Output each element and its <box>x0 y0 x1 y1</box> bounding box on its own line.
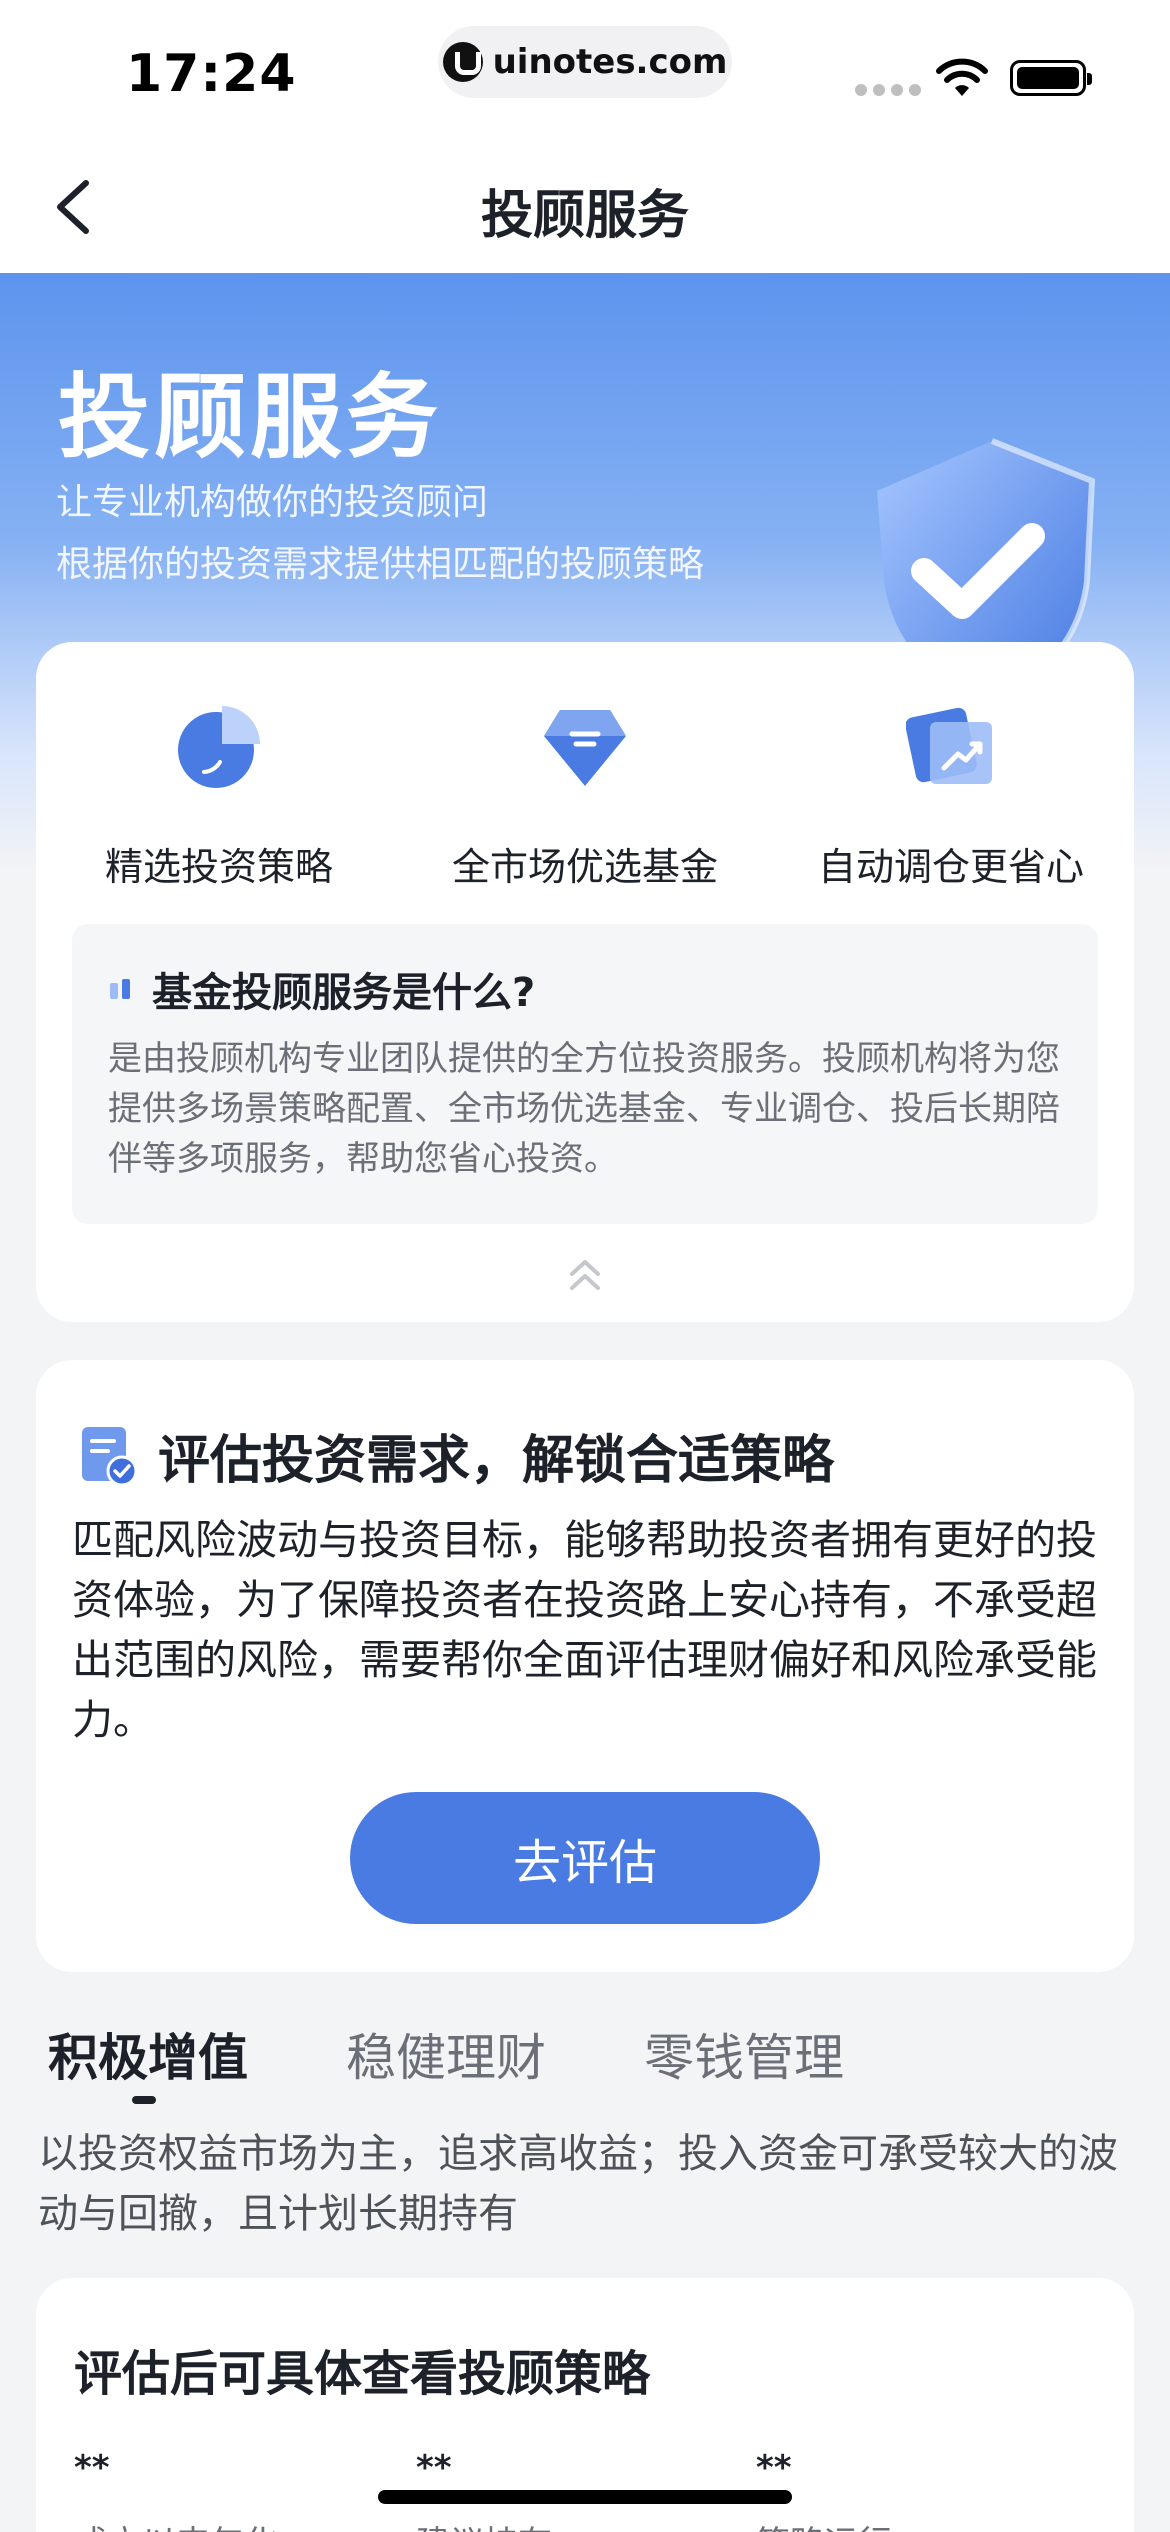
url-pill[interactable]: uinotes.com <box>438 26 732 98</box>
stat-label: 策略运行 <box>756 2516 892 2532</box>
tab-stable[interactable]: 稳健理财 <box>346 2018 546 2090</box>
feature-list: 精选投资策略 全市场优选基金 自动调仓更省心 <box>36 702 1134 891</box>
status-time: 17:24 <box>126 44 297 104</box>
info-heading: 基金投顾服务是什么? <box>152 970 536 1016</box>
page-title: 投顾服务 <box>480 186 689 246</box>
hero-subtitle-2: 根据你的投资需求提供相匹配的投顾策略 <box>56 544 705 585</box>
assess-button[interactable]: 去评估 <box>350 1792 820 1924</box>
stat-value: ** <box>756 2448 792 2488</box>
tab-description: 以投资权益市场为主，追求高收益；投入资金可承受较大的波动与回撤，且计划长期持有 <box>38 2131 1118 2237</box>
stat-value: ** <box>416 2448 452 2488</box>
feature-card: 精选投资策略 全市场优选基金 自动调仓更省心 基金投顾服务是什么? 是由投顾机构… <box>36 642 1134 1322</box>
battery-icon <box>1010 60 1092 96</box>
site-logo-icon <box>442 42 483 82</box>
nav-bar: 投顾服务 <box>0 135 1170 273</box>
strategy-tabs: 积极增值 稳健理财 零钱管理 <box>48 2018 844 2104</box>
hero-title: 投顾服务 <box>58 364 443 471</box>
assessment-header: 评估投资需求，解锁合适策略 <box>80 1418 834 1493</box>
feature-label: 精选投资策略 <box>104 845 333 889</box>
assessment-card: 评估投资需求，解锁合适策略 匹配风险波动与投资目标，能够帮助投资者拥有更好的投资… <box>36 1360 1134 1972</box>
info-box: 基金投顾服务是什么? 是由投顾机构专业团队提供的全方位投资服务。投顾机构将为您提… <box>72 924 1098 1224</box>
feature-item[interactable]: 自动调仓更省心 <box>768 702 1134 891</box>
feature-item[interactable]: 全市场优选基金 <box>402 702 768 891</box>
feature-item[interactable]: 精选投资策略 <box>36 702 402 891</box>
assessment-body: 匹配风险波动与投资目标，能够帮助投资者拥有更好的投资体验，为了保障投资者在投资路… <box>72 1516 1097 1744</box>
signal-icon <box>855 84 921 96</box>
stat-value: ** <box>74 2448 110 2488</box>
diamond-icon <box>544 710 626 786</box>
strategy-title: 评估后可具体查看投顾策略 <box>74 2346 651 2402</box>
stat-annualized: ** 成立以来年化 <box>74 2448 278 2532</box>
quote-icon <box>110 979 130 999</box>
status-bar: 17:24 uinotes.com <box>0 0 1170 135</box>
stat-label: 成立以来年化 <box>74 2516 278 2532</box>
info-title-row: 基金投顾服务是什么? <box>108 960 535 1018</box>
info-text: 是由投顾机构专业团队提供的全方位投资服务。投顾机构将为您提供多场景策略配置、全市… <box>108 1039 1060 1179</box>
feature-label: 自动调仓更省心 <box>817 845 1084 889</box>
stat-label: 建议持有 <box>416 2516 552 2532</box>
feature-label: 全市场优选基金 <box>451 845 718 889</box>
trend-card-icon <box>905 707 992 784</box>
tab-indicator <box>132 2096 156 2104</box>
wifi-icon <box>936 58 988 96</box>
assessment-title: 评估投资需求，解锁合适策略 <box>158 1431 835 1491</box>
home-indicator[interactable] <box>378 2490 792 2504</box>
collapse-chevron-icon[interactable] <box>562 1254 608 1294</box>
document-check-icon <box>82 1426 138 1486</box>
url-text: uinotes.com <box>492 42 728 82</box>
tab-cash[interactable]: 零钱管理 <box>644 2018 844 2090</box>
tab-aggressive[interactable]: 积极增值 <box>48 2018 248 2090</box>
pie-chart-icon <box>178 706 260 788</box>
hero-subtitle-1: 让专业机构做你的投资顾问 <box>56 482 489 523</box>
